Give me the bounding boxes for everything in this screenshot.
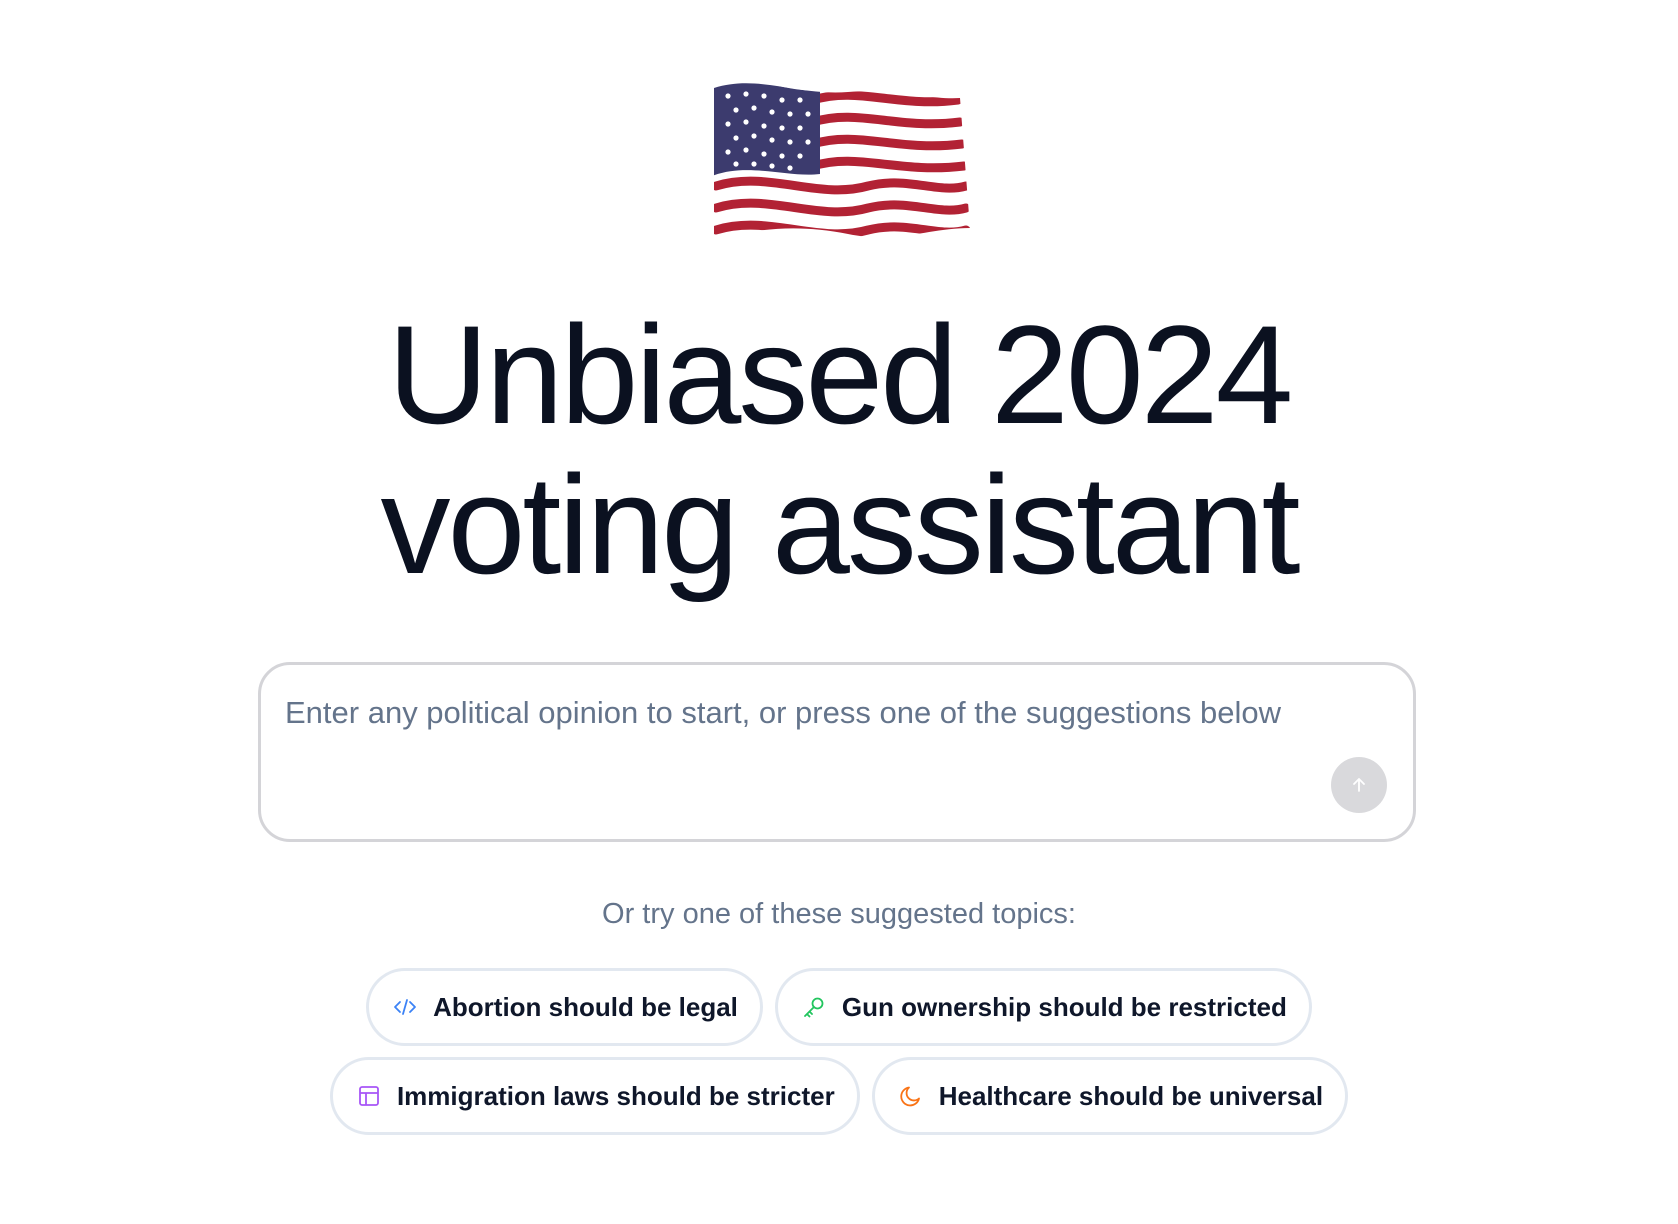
suggestion-chip-immigration[interactable]: Immigration laws should be stricter	[329, 1057, 860, 1135]
prompt-box	[258, 662, 1416, 842]
page-title: Unbiased 2024 voting assistant	[0, 300, 1678, 600]
suggestion-chip-abortion[interactable]: Abortion should be legal	[366, 968, 763, 1046]
suggestion-chip-label: Abortion should be legal	[433, 991, 738, 1022]
page-title-line-1: Unbiased 2024	[387, 296, 1294, 453]
suggestion-chip-label: Healthcare should be universal	[938, 1080, 1324, 1111]
suggestion-chip-label: Gun ownership should be restricted	[841, 991, 1287, 1022]
suggestion-chip-label: Immigration laws should be stricter	[396, 1080, 835, 1111]
moon-icon	[897, 1082, 925, 1110]
opinion-input[interactable]	[285, 689, 1285, 809]
us-flag-icon	[708, 78, 970, 242]
suggestion-chip-healthcare[interactable]: Healthcare should be universal	[871, 1057, 1349, 1135]
layout-icon	[355, 1082, 383, 1110]
suggestion-chip-gun-ownership[interactable]: Gun ownership should be restricted	[774, 968, 1312, 1046]
page-title-line-2: voting assistant	[380, 446, 1301, 603]
suggestions-heading: Or try one of these suggested topics:	[602, 898, 1076, 930]
suggestion-row-1: Abortion should be legal Gun ownership s…	[0, 968, 1678, 1046]
key-icon	[800, 993, 828, 1021]
suggestion-row-2: Immigration laws should be stricter Heal…	[0, 1057, 1678, 1135]
send-button[interactable]	[1331, 757, 1387, 813]
arrow-up-icon	[1353, 778, 1365, 792]
code-icon	[391, 993, 419, 1021]
